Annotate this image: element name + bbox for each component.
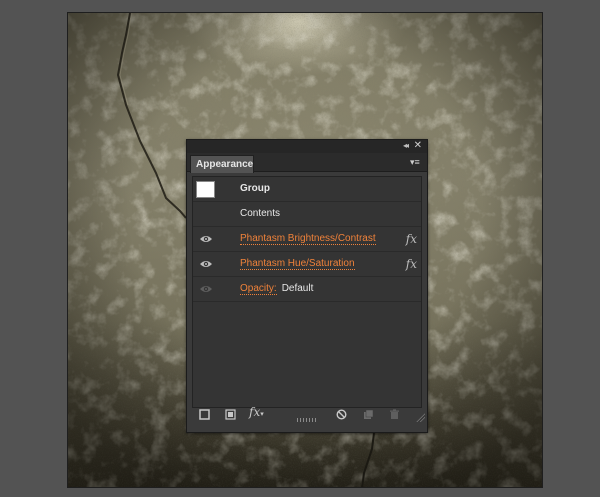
fx-label: fx [249, 405, 261, 419]
panel-bottom-toolbar: fx▾ [187, 404, 427, 424]
row-effect-hue-saturation[interactable]: Phantasm Hue/Saturation fx [193, 252, 421, 277]
add-new-stroke-icon[interactable] [199, 409, 210, 420]
opacity-link[interactable]: Opacity: [240, 283, 277, 295]
eye-icon[interactable] [199, 284, 213, 294]
duplicate-item-icon[interactable] [363, 409, 374, 420]
effect-hue-saturation-link-wrap: Phantasm Hue/Saturation [240, 252, 355, 276]
eye-icon[interactable] [199, 234, 213, 244]
chevron-down-icon: ▾ [260, 410, 264, 418]
tab-appearance[interactable]: Appearance [190, 155, 254, 173]
panel-grip-handle[interactable] [297, 418, 317, 422]
clear-appearance-icon[interactable] [336, 409, 347, 420]
collapse-icon[interactable]: ◂◂ [403, 141, 409, 151]
close-icon[interactable]: ✕ [414, 140, 422, 152]
resize-handle[interactable] [416, 413, 425, 422]
panel-titlebar[interactable]: ◂◂ ✕ [187, 140, 427, 153]
eye-icon[interactable] [199, 259, 213, 269]
row-effect-brightness-contrast[interactable]: Phantasm Brightness/Contrast fx [193, 227, 421, 252]
effect-brightness-contrast-link-wrap: Phantasm Brightness/Contrast [240, 227, 376, 251]
appearance-panel: ◂◂ ✕ Appearance ▾≡ Group Contents Phanta… [186, 139, 428, 433]
panel-menu-icon[interactable]: ▾≡ [410, 157, 423, 167]
row-contents[interactable]: Contents [193, 202, 421, 227]
effect-hue-saturation-link[interactable]: Phantasm Hue/Saturation [240, 258, 355, 270]
row-opacity[interactable]: Opacity: Default [193, 277, 421, 302]
opacity-value: Default [281, 283, 314, 294]
add-new-effect-icon[interactable]: fx▾ [249, 405, 264, 420]
add-new-fill-icon[interactable] [225, 409, 236, 420]
opacity-wrap: Opacity: Default [240, 277, 313, 301]
group-label: Group [240, 183, 270, 194]
fx-icon: fx [405, 257, 417, 271]
trash-icon[interactable] [389, 409, 400, 420]
effect-brightness-contrast-link[interactable]: Phantasm Brightness/Contrast [240, 233, 376, 245]
row-group[interactable]: Group [193, 177, 421, 202]
group-thumbnail [196, 181, 215, 198]
fx-icon: fx [405, 232, 417, 246]
panel-tab-row: Appearance ▾≡ [187, 153, 427, 173]
appearance-list: Group Contents Phantasm Brightness/Contr… [192, 176, 422, 408]
contents-label: Contents [240, 208, 281, 219]
